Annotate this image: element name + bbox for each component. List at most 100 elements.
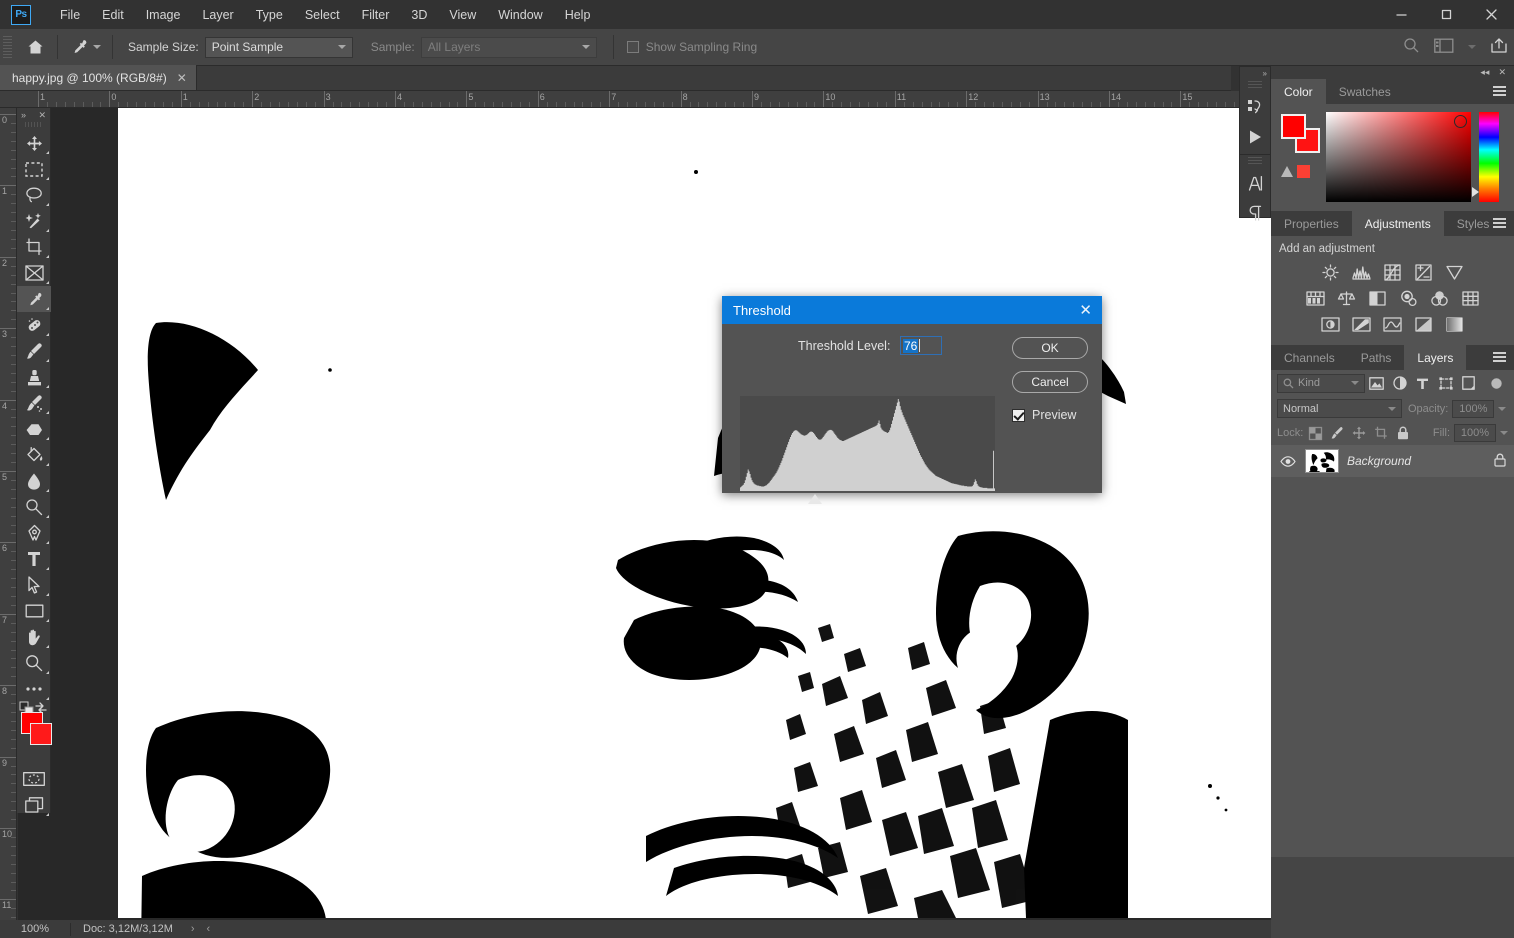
hue-slider[interactable] bbox=[1479, 112, 1499, 202]
tab-swatches[interactable]: Swatches bbox=[1326, 79, 1404, 104]
paragraph-icon[interactable] bbox=[1240, 198, 1270, 228]
hand-tool[interactable] bbox=[17, 624, 51, 650]
eraser-tool[interactable] bbox=[17, 416, 51, 442]
pen-tool[interactable] bbox=[17, 520, 51, 546]
fill-value[interactable]: 100% bbox=[1454, 424, 1496, 442]
menu-image[interactable]: Image bbox=[135, 4, 192, 26]
menu-help[interactable]: Help bbox=[554, 4, 602, 26]
type-tool[interactable] bbox=[17, 546, 51, 572]
tab-adjustments[interactable]: Adjustments bbox=[1352, 211, 1444, 236]
pixel-filter-icon[interactable] bbox=[1365, 373, 1388, 393]
zoom-tool[interactable] bbox=[17, 650, 51, 676]
close-icon[interactable]: ✕ bbox=[38, 110, 46, 121]
gradient-map-icon[interactable] bbox=[1414, 315, 1434, 333]
adjustment-filter-icon[interactable] bbox=[1388, 373, 1411, 393]
vibrance-icon[interactable] bbox=[1445, 263, 1465, 281]
menu-window[interactable]: Window bbox=[487, 4, 553, 26]
history-brush-tool[interactable] bbox=[17, 390, 51, 416]
menu-file[interactable]: File bbox=[49, 4, 91, 26]
posterize-icon[interactable] bbox=[1352, 315, 1372, 333]
crop-tool[interactable] bbox=[17, 234, 51, 260]
menu-select[interactable]: Select bbox=[294, 4, 351, 26]
preview-checkbox[interactable] bbox=[1012, 409, 1025, 422]
toolbox-grip[interactable] bbox=[25, 122, 42, 127]
chevron-down-icon[interactable] bbox=[93, 45, 101, 49]
close-icon[interactable]: ✕ bbox=[177, 71, 187, 85]
invert-icon[interactable] bbox=[1321, 315, 1341, 333]
brush-tool[interactable] bbox=[17, 338, 51, 364]
paint-bucket-tool[interactable] bbox=[17, 442, 51, 468]
selective-color-icon[interactable] bbox=[1445, 315, 1465, 333]
color-lookup-icon[interactable] bbox=[1460, 289, 1480, 307]
type-filter-icon[interactable] bbox=[1411, 373, 1434, 393]
chevron-down-icon[interactable] bbox=[1468, 45, 1476, 49]
preview-toggle[interactable]: Preview bbox=[1012, 408, 1076, 422]
layer-row-background[interactable]: Background bbox=[1271, 445, 1514, 477]
current-tool-preview[interactable] bbox=[65, 37, 105, 57]
document-tab-happy[interactable]: happy.jpg @ 100% (RGB/8#) ✕ bbox=[0, 65, 197, 90]
threshold-dialog-titlebar[interactable]: Threshold ✕ bbox=[722, 296, 1102, 324]
vertical-ruler[interactable]: 01234567891011 bbox=[0, 108, 17, 920]
lock-transparency-icon[interactable] bbox=[1305, 424, 1325, 442]
home-icon[interactable] bbox=[20, 34, 50, 60]
channel-mixer-icon[interactable] bbox=[1429, 289, 1449, 307]
workspace-icon[interactable] bbox=[1434, 38, 1454, 57]
magic-wand-tool[interactable] bbox=[17, 208, 51, 234]
clone-stamp-tool[interactable] bbox=[17, 364, 51, 390]
eyedropper-tool[interactable] bbox=[17, 286, 51, 312]
color-balance-icon[interactable] bbox=[1336, 289, 1356, 307]
tab-properties[interactable]: Properties bbox=[1271, 211, 1352, 236]
color-field[interactable] bbox=[1326, 112, 1471, 202]
sample-select[interactable]: All Layers bbox=[421, 37, 597, 58]
status-prev-arrow[interactable]: ‹ bbox=[201, 923, 217, 935]
background-color-swatch[interactable] bbox=[30, 723, 52, 745]
lock-image-icon[interactable] bbox=[1327, 424, 1347, 442]
panel-menu-icon[interactable] bbox=[1493, 352, 1506, 362]
photo-filter-icon[interactable] bbox=[1398, 289, 1418, 307]
lock-artboard-icon[interactable] bbox=[1371, 424, 1391, 442]
rectangle-tool[interactable] bbox=[17, 598, 51, 624]
curves-icon[interactable] bbox=[1383, 263, 1403, 281]
eye-icon[interactable] bbox=[1279, 456, 1297, 467]
layer-name[interactable]: Background bbox=[1347, 454, 1486, 468]
brightness-contrast-icon[interactable] bbox=[1321, 263, 1341, 281]
lock-icon[interactable] bbox=[1494, 453, 1506, 470]
filter-kind-select[interactable]: Kind bbox=[1277, 374, 1365, 393]
close-icon[interactable]: ✕ bbox=[1079, 303, 1092, 318]
tab-paths[interactable]: Paths bbox=[1348, 345, 1405, 370]
threshold-icon[interactable] bbox=[1383, 315, 1403, 333]
ok-button[interactable]: OK bbox=[1012, 337, 1088, 359]
threshold-slider-handle[interactable] bbox=[808, 494, 822, 504]
tab-color[interactable]: Color bbox=[1271, 79, 1326, 104]
tab-channels[interactable]: Channels bbox=[1271, 345, 1348, 370]
hue-slider-marker[interactable] bbox=[1472, 187, 1479, 197]
collapse-icon[interactable]: ◂◂ bbox=[1480, 67, 1489, 78]
opacity-value[interactable]: 100% bbox=[1452, 400, 1494, 418]
close-icon[interactable]: ✕ bbox=[1498, 67, 1506, 78]
screen-mode-button[interactable] bbox=[17, 792, 51, 818]
shape-filter-icon[interactable] bbox=[1434, 373, 1457, 393]
black-white-icon[interactable] bbox=[1367, 289, 1387, 307]
cancel-button[interactable]: Cancel bbox=[1012, 371, 1088, 393]
spot-healing-brush-tool[interactable] bbox=[17, 312, 51, 338]
document-canvas[interactable] bbox=[118, 108, 1271, 918]
dock-expand-button[interactable]: » bbox=[1240, 67, 1270, 80]
maximize-button[interactable] bbox=[1424, 0, 1469, 29]
move-tool[interactable] bbox=[17, 130, 51, 156]
menu-edit[interactable]: Edit bbox=[91, 4, 135, 26]
lock-position-icon[interactable] bbox=[1349, 424, 1369, 442]
show-sampling-ring-checkbox[interactable] bbox=[627, 41, 639, 53]
lock-all-icon[interactable] bbox=[1393, 424, 1413, 442]
layer-thumbnail[interactable] bbox=[1305, 449, 1339, 473]
hue-saturation-icon[interactable] bbox=[1305, 289, 1325, 307]
menu-3d[interactable]: 3D bbox=[400, 4, 438, 26]
blur-tool[interactable] bbox=[17, 468, 51, 494]
menu-type[interactable]: Type bbox=[245, 4, 294, 26]
horizontal-ruler[interactable]: 10123456789101112131415 bbox=[0, 91, 1271, 108]
menu-layer[interactable]: Layer bbox=[191, 4, 244, 26]
lasso-tool[interactable] bbox=[17, 182, 51, 208]
character-icon[interactable] bbox=[1240, 168, 1270, 198]
levels-icon[interactable] bbox=[1352, 263, 1372, 281]
panel-menu-icon[interactable] bbox=[1493, 86, 1506, 96]
share-icon[interactable] bbox=[1490, 37, 1508, 57]
